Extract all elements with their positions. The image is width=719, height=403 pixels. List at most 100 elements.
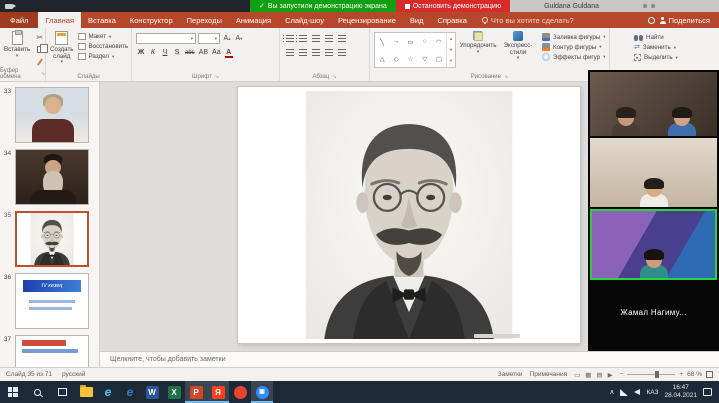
search-button[interactable] [25, 381, 50, 403]
strikethrough-button[interactable]: abc [184, 47, 196, 58]
align-right-button[interactable] [310, 47, 321, 58]
format-painter-button[interactable] [33, 56, 46, 67]
font-name-combo[interactable]: ▾ [136, 33, 196, 44]
align-left-button[interactable] [284, 47, 295, 58]
character-spacing-button[interactable]: АВ [198, 47, 209, 58]
taskbar-zoom[interactable]: ▣ [251, 381, 273, 403]
font-color-button[interactable]: А [224, 47, 234, 58]
shape-outline-button[interactable]: Контур фигуры ▾ [542, 43, 606, 51]
italic-button[interactable]: К [148, 47, 158, 58]
shape-ellipse-icon[interactable]: ○ [423, 38, 427, 45]
slideshow-view-button[interactable]: ▶ [608, 371, 613, 379]
copy-button[interactable] [33, 44, 48, 55]
notes-toggle-button[interactable]: Заметки [498, 371, 523, 378]
layout-button[interactable]: Макет ▾ [77, 33, 129, 40]
reading-view-button[interactable]: ▤ [596, 371, 602, 379]
taskbar-edge[interactable]: e [97, 381, 119, 403]
shrink-font-button[interactable]: А ▾ [234, 33, 244, 44]
shape-diamond-icon[interactable]: ◇ [394, 55, 399, 63]
tab-slideshow[interactable]: Слайд-шоу [278, 12, 331, 28]
change-case-button[interactable]: Аа [211, 47, 222, 58]
arrange-button[interactable]: Упорядочить ▾ [458, 30, 498, 55]
shape-down-triangle-icon[interactable]: ▽ [422, 55, 427, 63]
camera-icon[interactable] [5, 3, 16, 9]
shape-triangle-icon[interactable]: △ [380, 55, 385, 63]
slide-thumbnail-36[interactable]: IV кезең [15, 273, 89, 329]
zoom-level[interactable]: 68 % [687, 371, 702, 378]
zoom-slider[interactable] [627, 371, 676, 378]
tab-home[interactable]: Главная [38, 12, 81, 28]
notification-center-icon[interactable] [703, 388, 712, 396]
tab-review[interactable]: Рецензирование [331, 12, 403, 28]
zoom-slider-knob[interactable] [655, 371, 660, 378]
taskbar-internet-explorer[interactable]: e [119, 381, 141, 403]
tell-me-box[interactable]: Что вы хотите сделать? [474, 12, 582, 28]
grow-font-button[interactable]: А ▴ [222, 33, 232, 44]
dialog-launcher-icon[interactable]: ↘ [504, 74, 508, 80]
keyboard-language[interactable]: КАЗ [646, 389, 658, 396]
dialog-launcher-icon[interactable]: ↘ [332, 74, 336, 80]
section-button[interactable]: Раздел ▾ [77, 53, 129, 60]
font-size-combo[interactable]: ▾ [198, 33, 220, 44]
tab-view[interactable]: Вид [403, 12, 431, 28]
shape-effects-button[interactable]: Эффекты фигур ▾ [542, 53, 606, 61]
stop-share-button[interactable]: Остановить демонстрацию [395, 0, 511, 12]
shape-rectangle-icon[interactable]: ▭ [407, 38, 413, 46]
paste-button[interactable]: Вставить ▾ [2, 30, 32, 59]
new-slide-button[interactable]: Создать слайд ▾ [48, 30, 76, 65]
slide-sorter-view-button[interactable]: ▦ [585, 371, 591, 379]
shape-callout-icon[interactable]: ▢ [436, 55, 442, 63]
line-spacing-button[interactable] [336, 33, 347, 44]
columns-button[interactable] [336, 47, 347, 58]
shape-star-icon[interactable]: ☆ [408, 55, 414, 63]
taskbar-yandex[interactable]: Я [207, 381, 229, 403]
shapes-scroll-down-icon[interactable]: ▾ [450, 47, 452, 53]
increase-indent-button[interactable] [323, 33, 334, 44]
underline-button[interactable]: Ч [160, 47, 170, 58]
shapes-more-icon[interactable]: ▾ [450, 58, 452, 64]
replace-button[interactable]: ⇄ Заменить ▾ [634, 44, 678, 52]
shape-fill-button[interactable]: Заливка фигуры ▾ [542, 33, 606, 41]
notes-pane[interactable]: Щелкните, чтобы добавить заметки [100, 351, 719, 367]
normal-view-button[interactable]: ▭ [574, 371, 580, 379]
quick-styles-button[interactable]: Экспресс-стили ▾ [498, 30, 538, 61]
start-button[interactable] [0, 381, 25, 403]
slide-thumbnail-34[interactable] [15, 149, 89, 205]
dialog-launcher-icon[interactable]: ↘ [41, 71, 45, 77]
slide-thumbnail-33[interactable] [15, 87, 89, 143]
participant-video-1[interactable] [590, 72, 717, 136]
tab-design[interactable]: Конструктор [123, 12, 180, 28]
tab-file[interactable]: Файл [0, 12, 39, 28]
tab-insert[interactable]: Вставка [81, 12, 123, 28]
tab-help[interactable]: Справка [430, 12, 473, 28]
clock[interactable]: 16:47 28.04.2021 [664, 384, 697, 400]
taskbar-powerpoint-active[interactable]: P [185, 381, 207, 403]
shapes-gallery[interactable]: ╲ → ▭ ○ ◠ △ ◇ ☆ ▽ ▢ ▴ ▾ ▾ [374, 32, 456, 68]
language-indicator[interactable]: русский [62, 371, 85, 378]
taskbar-file-explorer[interactable] [75, 381, 97, 403]
slide-thumbnail-35-selected[interactable] [15, 211, 89, 267]
justify-button[interactable] [323, 47, 334, 58]
slide-thumbnail-37[interactable] [15, 335, 89, 367]
tab-animations[interactable]: Анимация [229, 12, 278, 28]
meeting-menu-icon[interactable] [643, 4, 647, 8]
taskbar-browser[interactable] [229, 381, 251, 403]
shape-arrow-icon[interactable]: → [393, 38, 400, 45]
fit-slide-button[interactable] [706, 371, 713, 378]
decrease-indent-button[interactable] [310, 33, 321, 44]
tab-transitions[interactable]: Переходы [180, 12, 229, 28]
bold-button[interactable]: Ж [136, 47, 146, 58]
reset-button[interactable]: Восстановить [77, 43, 128, 50]
network-icon[interactable] [620, 388, 629, 396]
shape-arc-icon[interactable]: ◠ [436, 38, 442, 46]
text-shadow-button[interactable]: S [172, 47, 182, 58]
meeting-minimize-icon[interactable] [651, 4, 655, 8]
hidden-icons-arrow[interactable]: ∧ [609, 388, 614, 396]
comments-toggle-button[interactable]: Примечания [530, 371, 568, 378]
participant-video-2[interactable] [590, 138, 717, 207]
find-button[interactable]: Найти [634, 34, 678, 41]
zoom-out-button[interactable]: − [620, 371, 624, 378]
bullets-button[interactable] [282, 33, 295, 44]
shapes-scroll-up-icon[interactable]: ▴ [450, 36, 452, 42]
numbering-button[interactable] [295, 33, 308, 44]
